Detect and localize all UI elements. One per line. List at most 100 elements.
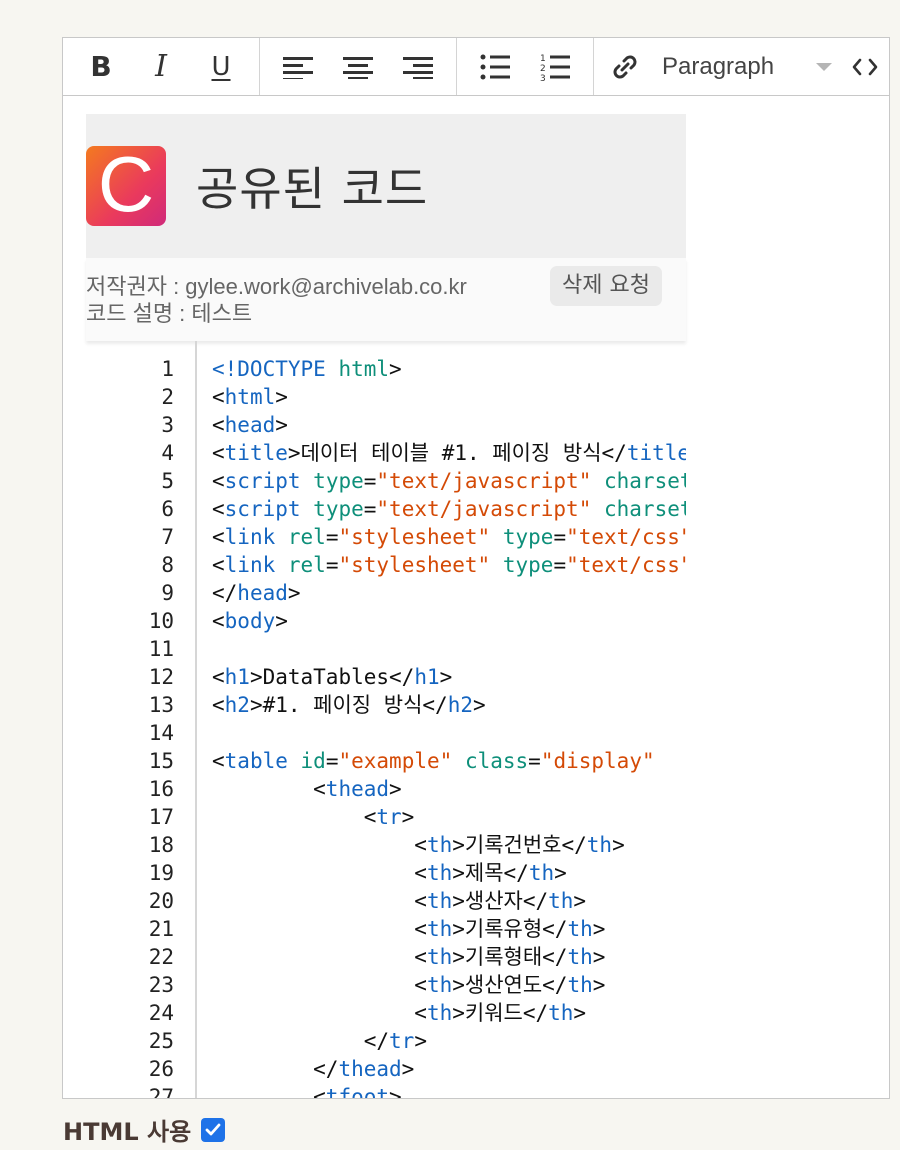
- line-number: 17: [148, 805, 174, 829]
- line-content: <head>: [212, 413, 288, 437]
- code-line: 2 <html>: [86, 383, 686, 411]
- line-content: <h1>DataTables</h1>: [212, 665, 453, 689]
- line-content: <th>기록형태</th>: [212, 945, 606, 969]
- line-number: 5: [161, 469, 174, 493]
- code-line: 10 <body>: [86, 607, 686, 635]
- alignment-group: [260, 38, 457, 95]
- code-line: 3 <head>: [86, 411, 686, 439]
- editor-content[interactable]: C 공유된 코드 저작권자 : gylee.work@archivelab.co…: [63, 96, 889, 1098]
- code-line: 1 <!DOCTYPE html>: [86, 355, 686, 383]
- line-number: 8: [161, 553, 174, 577]
- rich-text-editor: B I U 123 Paragraph C 공유된 코드 저작권자: gyle…: [62, 37, 890, 1099]
- line-number: 7: [161, 525, 174, 549]
- line-content: <th>키워드</th>: [212, 1001, 587, 1025]
- link-button[interactable]: [602, 39, 648, 95]
- checkmark-icon: [205, 1123, 221, 1135]
- line-content: <title>데이터 테이블 #1. 페이징 방식</title>: [212, 441, 686, 465]
- line-content: <link rel="stylesheet" type="text/css": [212, 525, 686, 549]
- line-number: 20: [148, 889, 174, 913]
- line-content: <link rel="stylesheet" type="text/css": [212, 553, 686, 577]
- paragraph-format-select[interactable]: Paragraph: [648, 39, 838, 95]
- code-line: 21 <th>기록유형</th>: [86, 915, 686, 943]
- card-header: C 공유된 코드: [86, 114, 686, 258]
- code-line: 20 <th>생산자</th>: [86, 887, 686, 915]
- delete-request-button[interactable]: 삭제 요청: [550, 266, 662, 306]
- link-icon: [613, 55, 637, 78]
- line-number: 9: [161, 581, 174, 605]
- line-number: 22: [148, 945, 174, 969]
- chevron-down-icon: [816, 62, 832, 71]
- code-line: 22 <th>기록형태</th>: [86, 943, 686, 971]
- code-line: 8 <link rel="stylesheet" type="text/css": [86, 551, 686, 579]
- code-line: 4 <title>데이터 테이블 #1. 페이징 방식</title>: [86, 439, 686, 467]
- line-number: 4: [161, 441, 174, 465]
- italic-button[interactable]: I: [131, 39, 191, 95]
- align-center-button[interactable]: [328, 39, 388, 95]
- html-use-option: HTML 사용: [63, 1112, 226, 1147]
- line-content: <th>기록유형</th>: [212, 917, 606, 941]
- line-content: <body>: [212, 609, 288, 633]
- line-number: 27: [148, 1085, 174, 1099]
- code-line: 6 <script type="text/javascript" charset=: [86, 495, 686, 523]
- line-number: 13: [148, 693, 174, 717]
- bullet-list-button[interactable]: [465, 39, 525, 95]
- line-content: <th>기록건번호</th>: [212, 833, 625, 857]
- code-line: 26 </thead>: [86, 1055, 686, 1083]
- code-icon: [852, 58, 878, 75]
- source-code-button[interactable]: [838, 39, 889, 95]
- code-line: 19 <th>제목</th>: [86, 859, 686, 887]
- code-line: 13 <h2>#1. 페이징 방식</h2>: [86, 691, 686, 719]
- line-content: <!DOCTYPE html>: [212, 357, 402, 381]
- line-number: 6: [161, 497, 174, 521]
- bold-button[interactable]: B: [71, 39, 131, 95]
- code-line: 14: [86, 719, 686, 747]
- line-content: <tr>: [212, 805, 415, 829]
- html-use-label: HTML 사용: [63, 1118, 192, 1146]
- line-content: <script type="text/javascript" charset=: [212, 469, 686, 493]
- line-number: 19: [148, 861, 174, 885]
- code-line: 27 <tfoot>: [86, 1083, 686, 1099]
- numbered-list-button[interactable]: 123: [525, 39, 585, 95]
- line-content: <script type="text/javascript" charset=: [212, 497, 686, 521]
- line-number: 23: [148, 973, 174, 997]
- line-content: <th>생산연도</th>: [212, 973, 606, 997]
- editor-toolbar: B I U 123 Paragraph: [63, 38, 889, 96]
- line-number: 25: [148, 1029, 174, 1053]
- code-viewer[interactable]: 1 <!DOCTYPE html> 2 <html> 3 <head> 4 <title>데이…: [86, 341, 686, 1099]
- line-number: 26: [148, 1057, 174, 1081]
- line-number: 24: [148, 1001, 174, 1025]
- align-left-button[interactable]: [268, 39, 328, 95]
- align-right-icon: [403, 56, 433, 79]
- align-left-icon: [283, 56, 313, 79]
- html-use-checkbox[interactable]: [201, 1117, 226, 1142]
- code-line: 24 <th>키워드</th>: [86, 999, 686, 1027]
- code-line: 16 <thead>: [86, 775, 686, 803]
- line-number: 2: [161, 385, 174, 409]
- code-line: 5 <script type="text/javascript" charset=: [86, 467, 686, 495]
- code-line: 7 <link rel="stylesheet" type="text/css": [86, 523, 686, 551]
- svg-text:2: 2: [540, 64, 546, 74]
- code-line: 11: [86, 635, 686, 663]
- line-content: <table id="example" class="display": [212, 749, 655, 773]
- line-content: <html>: [212, 385, 288, 409]
- line-content: <thead>: [212, 777, 402, 801]
- underline-button[interactable]: U: [191, 39, 251, 95]
- line-number: 3: [161, 413, 174, 437]
- paragraph-format-value: Paragraph: [662, 52, 775, 80]
- text-style-group: B I U: [63, 38, 260, 95]
- align-right-button[interactable]: [388, 39, 448, 95]
- line-number: 15: [148, 749, 174, 773]
- code-line: 23 <th>생산연도</th>: [86, 971, 686, 999]
- svg-text:3: 3: [540, 74, 546, 81]
- line-number: 21: [148, 917, 174, 941]
- line-number: 14: [148, 721, 174, 745]
- shared-code-card: C 공유된 코드 저작권자 : gylee.work@archivelab.co…: [86, 114, 686, 341]
- code-line: 15 <table id="example" class="display": [86, 747, 686, 775]
- logo-letter: C: [97, 140, 155, 228]
- logo: C: [86, 140, 166, 228]
- line-number: 1: [161, 357, 174, 381]
- line-content: <tfoot>: [212, 1085, 402, 1099]
- svg-text:1: 1: [540, 54, 546, 64]
- line-content: <th>생산자</th>: [212, 889, 587, 913]
- line-number: 18: [148, 833, 174, 857]
